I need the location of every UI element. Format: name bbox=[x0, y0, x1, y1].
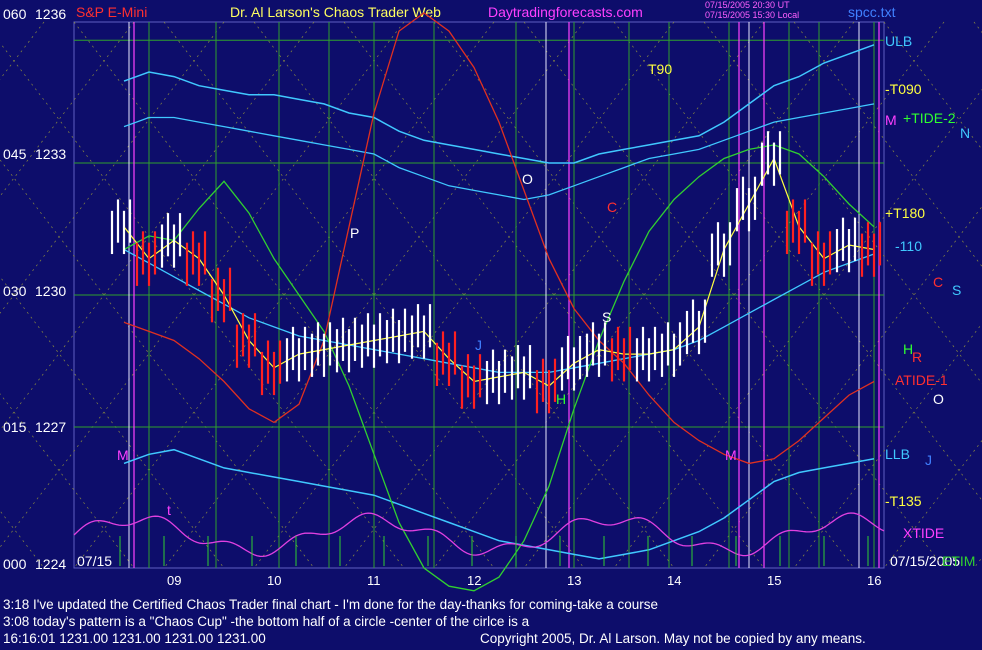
x-tick-label: 14 bbox=[667, 573, 681, 588]
lattice-line bbox=[973, 557, 982, 569]
x-tick-label: 15 bbox=[767, 573, 781, 588]
lattice-line bbox=[883, 21, 982, 150]
status-line-3: 16:16:01 1231.00 1231.00 1231.00 1231.00 bbox=[3, 631, 266, 646]
x-tick-label: 10 bbox=[267, 573, 281, 588]
file-label: spcc.txt bbox=[848, 4, 896, 20]
xtide-wave bbox=[73, 512, 885, 558]
x-tick-label: 09 bbox=[167, 573, 181, 588]
timestamp-local: 07/15/2005 15:30 Local bbox=[705, 10, 799, 20]
right-label-llb: LLB bbox=[885, 446, 910, 462]
x-tick-label: 13 bbox=[567, 573, 581, 588]
right-label-t090_minus: -T090 bbox=[885, 81, 922, 97]
right-label-etim: ETIM bbox=[942, 553, 975, 569]
x-start-label: 07/15 bbox=[77, 553, 112, 569]
right-label-tide1: ATIDE-1 bbox=[895, 372, 948, 388]
y-tick-price-top: 1236 bbox=[35, 6, 66, 22]
chart-label-h: H bbox=[556, 391, 566, 407]
x-tick-label: 16 bbox=[867, 573, 881, 588]
x-tick-label: 11 bbox=[367, 573, 381, 588]
y-tick-price-1: 1233 bbox=[35, 146, 66, 162]
chart-label-p: P bbox=[350, 225, 359, 241]
copyright: Copyright 2005, Dr. Al Larson. May not b… bbox=[480, 631, 866, 646]
right-label-tide2: +TIDE-2 bbox=[903, 110, 956, 126]
x-tick-label: 12 bbox=[467, 573, 481, 588]
symbol-label: S&P E-Mini bbox=[76, 4, 147, 20]
y-tick-code-2: 030 bbox=[3, 283, 27, 299]
right-label-t180: +T180 bbox=[885, 205, 925, 221]
llb-band bbox=[123, 448, 875, 560]
chart-label-m2: M bbox=[725, 447, 737, 463]
status-line-1: 3:18 I've updated the Certified Chaos Tr… bbox=[3, 597, 659, 612]
site-link[interactable]: Daytradingforecasts.com bbox=[488, 4, 643, 20]
chart-title: Dr. Al Larson's Chaos Trader Web bbox=[230, 4, 441, 20]
chart-label-c: C bbox=[607, 199, 617, 215]
chart-label-t90: T90 bbox=[648, 61, 672, 77]
right-label-t135: -T135 bbox=[885, 493, 922, 509]
y-tick-code-4: 000 bbox=[3, 556, 27, 572]
y-tick-code-1: 045 bbox=[3, 146, 27, 162]
chart-label-j: J bbox=[475, 337, 482, 353]
right-label-n: N bbox=[960, 125, 970, 141]
y-tick-code-top: 060 bbox=[3, 6, 27, 22]
chart-window: 060 1236 S&P E-Mini Dr. Al Larson's Chao… bbox=[0, 0, 982, 650]
chart-label-o: O bbox=[522, 171, 533, 187]
y-tick-price-4: 1224 bbox=[35, 556, 66, 572]
right-label-c: C bbox=[933, 274, 943, 290]
chart-label-s: S bbox=[602, 309, 611, 325]
right-label-r: R bbox=[912, 349, 922, 365]
lattice-line bbox=[973, 21, 982, 33]
right-label-m: M bbox=[885, 112, 897, 128]
right-label-j: J bbox=[925, 452, 932, 468]
chart-label-m1: M bbox=[117, 447, 129, 463]
lattice-line bbox=[883, 440, 982, 569]
y-tick-price-3: 1227 bbox=[35, 419, 66, 435]
right-label-ulb: ULB bbox=[885, 33, 912, 49]
right-label-o: O bbox=[933, 391, 944, 407]
right-label-xtide: XTIDE bbox=[903, 525, 944, 541]
chart-label-t: t bbox=[167, 502, 171, 518]
right-label-s: S bbox=[952, 282, 961, 298]
right-label-t110: -110 bbox=[895, 238, 922, 254]
timestamp-ut: 07/15/2005 20:30 UT bbox=[705, 0, 790, 10]
price-chart: 060 1236 S&P E-Mini Dr. Al Larson's Chao… bbox=[0, 0, 982, 592]
y-tick-price-2: 1230 bbox=[35, 283, 66, 299]
status-line-2: 3:08 today's pattern is a "Chaos Cup" -t… bbox=[3, 614, 530, 629]
